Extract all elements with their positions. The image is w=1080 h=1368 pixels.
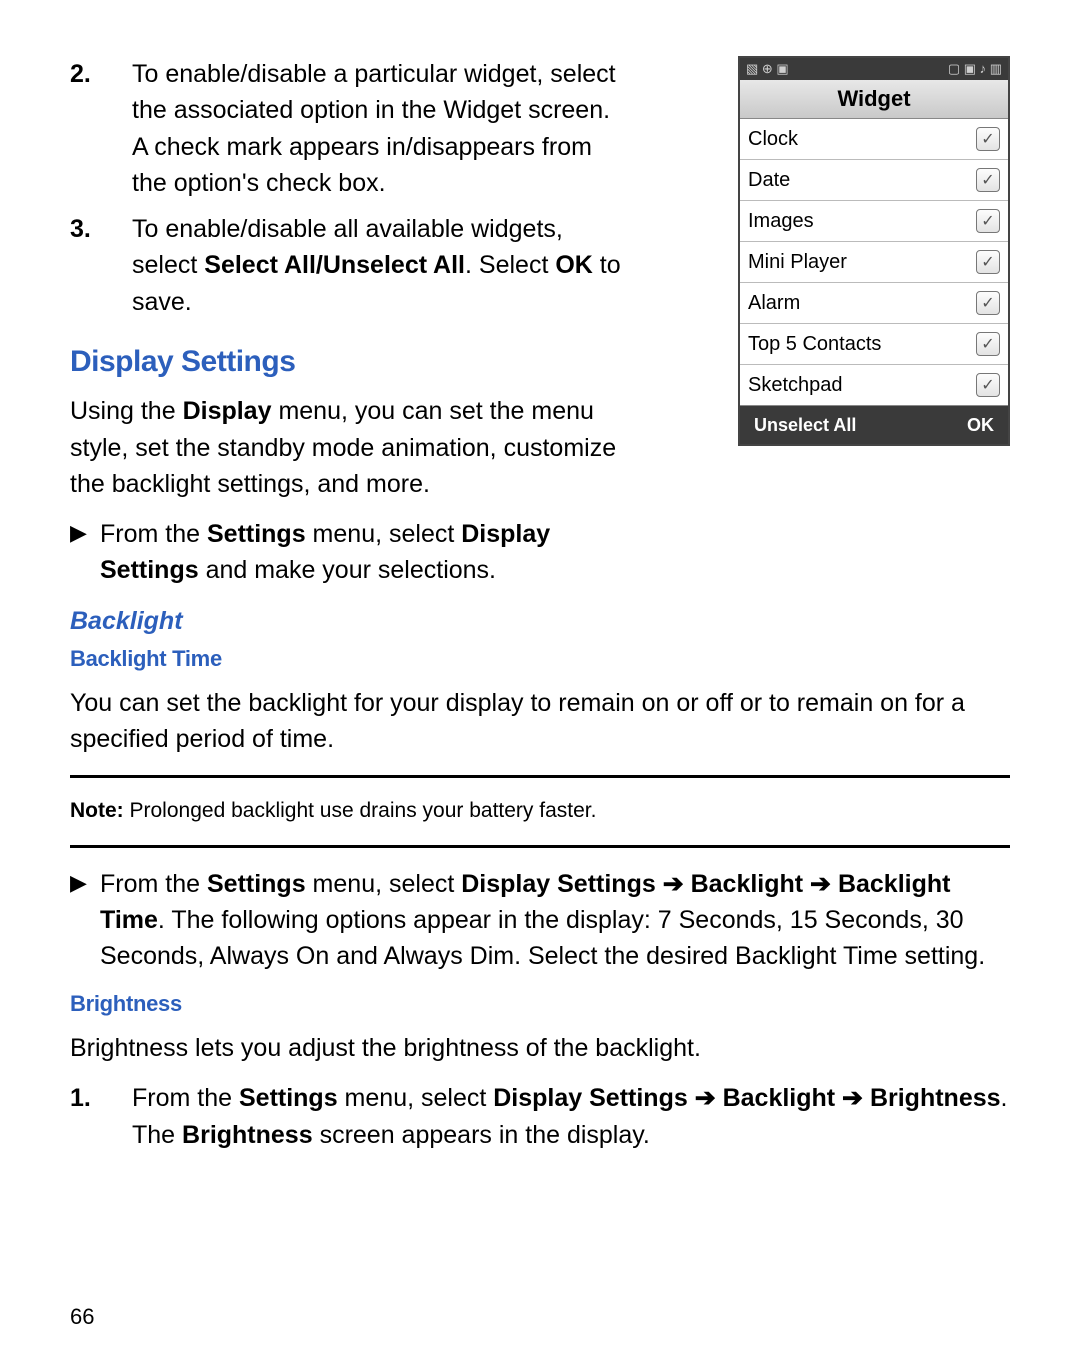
widget-screen-illustration: ▧ ⊕ ▣ ▢ ▣ ♪ ▥ Widget Clock✓ Date✓ Images… [738, 56, 1010, 446]
phone-screen-title: Widget [740, 80, 1008, 119]
checkbox-icon: ✓ [976, 250, 1000, 274]
checkbox-icon: ✓ [976, 332, 1000, 356]
status-icons-left: ▧ ⊕ ▣ [746, 61, 789, 77]
phone-status-bar: ▧ ⊕ ▣ ▢ ▣ ♪ ▥ [740, 58, 1008, 80]
step-number: 1. [70, 1080, 132, 1153]
note-text: Note: Prolonged backlight use drains you… [70, 796, 1010, 826]
backlight-time-step: ▶ From the Settings menu, select Display… [70, 866, 1010, 975]
checkbox-icon: ✓ [976, 373, 1000, 397]
status-icons-right: ▢ ▣ ♪ ▥ [948, 61, 1002, 77]
divider [70, 775, 1010, 778]
phone-softkey-bar: Unselect All OK [740, 406, 1008, 444]
brightness-step-1: 1. From the Settings menu, select Displa… [70, 1080, 1010, 1153]
subheading-backlight: Backlight [70, 603, 1010, 639]
brightness-desc: Brightness lets you adjust the brightnes… [70, 1030, 1010, 1066]
widget-row: Sketchpad✓ [740, 365, 1008, 406]
subheading-backlight-time: Backlight Time [70, 643, 1010, 675]
widget-row: Alarm✓ [740, 283, 1008, 324]
step-2: 2. To enable/disable a particular widget… [70, 56, 630, 201]
checkbox-icon: ✓ [976, 168, 1000, 192]
backlight-time-desc: You can set the backlight for your displ… [70, 685, 1010, 758]
triangle-bullet-icon: ▶ [70, 866, 100, 975]
widget-row: Images✓ [740, 201, 1008, 242]
checkbox-icon: ✓ [976, 127, 1000, 151]
step-text: From the Settings menu, select Display S… [132, 1080, 1010, 1153]
step-number: 2. [70, 56, 132, 201]
widget-row: Top 5 Contacts✓ [740, 324, 1008, 365]
softkey-left: Unselect All [754, 415, 856, 436]
step-number: 3. [70, 211, 132, 320]
subheading-brightness: Brightness [70, 988, 1010, 1020]
step-text: To enable/disable all available widgets,… [132, 211, 630, 320]
softkey-right: OK [967, 415, 994, 436]
triangle-bullet-icon: ▶ [70, 516, 100, 589]
checkbox-icon: ✓ [976, 291, 1000, 315]
widget-row: Mini Player✓ [740, 242, 1008, 283]
display-settings-intro: Using the Display menu, you can set the … [70, 393, 630, 502]
checkbox-icon: ✓ [976, 209, 1000, 233]
widget-row: Clock✓ [740, 119, 1008, 160]
step-text: To enable/disable a particular widget, s… [132, 56, 630, 201]
step-3: 3. To enable/disable all available widge… [70, 211, 630, 320]
widget-row: Date✓ [740, 160, 1008, 201]
display-settings-step: ▶ From the Settings menu, select Display… [70, 516, 630, 589]
heading-display-settings: Display Settings [70, 340, 630, 384]
page-number: 66 [70, 1304, 94, 1330]
divider [70, 845, 1010, 848]
